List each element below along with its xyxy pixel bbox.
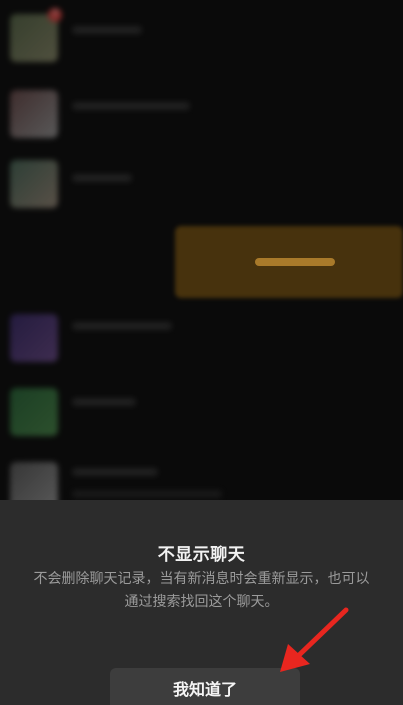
chat-list-item [0, 152, 403, 222]
chat-list-item [0, 82, 403, 152]
avatar [10, 90, 58, 138]
chat-list-item [0, 306, 403, 376]
avatar [10, 160, 58, 208]
red-arrow-icon [280, 607, 349, 672]
chat-list-item: 7 [0, 6, 403, 76]
chat-list-item [0, 380, 403, 450]
avatar [10, 314, 58, 362]
screen: 7 不显示聊天 不会删除聊天记录，当有新消息时会重新显示，也可以通过搜索找回这个… [0, 0, 403, 705]
unread-badge: 7 [48, 8, 62, 22]
avatar [10, 388, 58, 436]
dialog-title: 不显示聊天 [157, 545, 246, 565]
